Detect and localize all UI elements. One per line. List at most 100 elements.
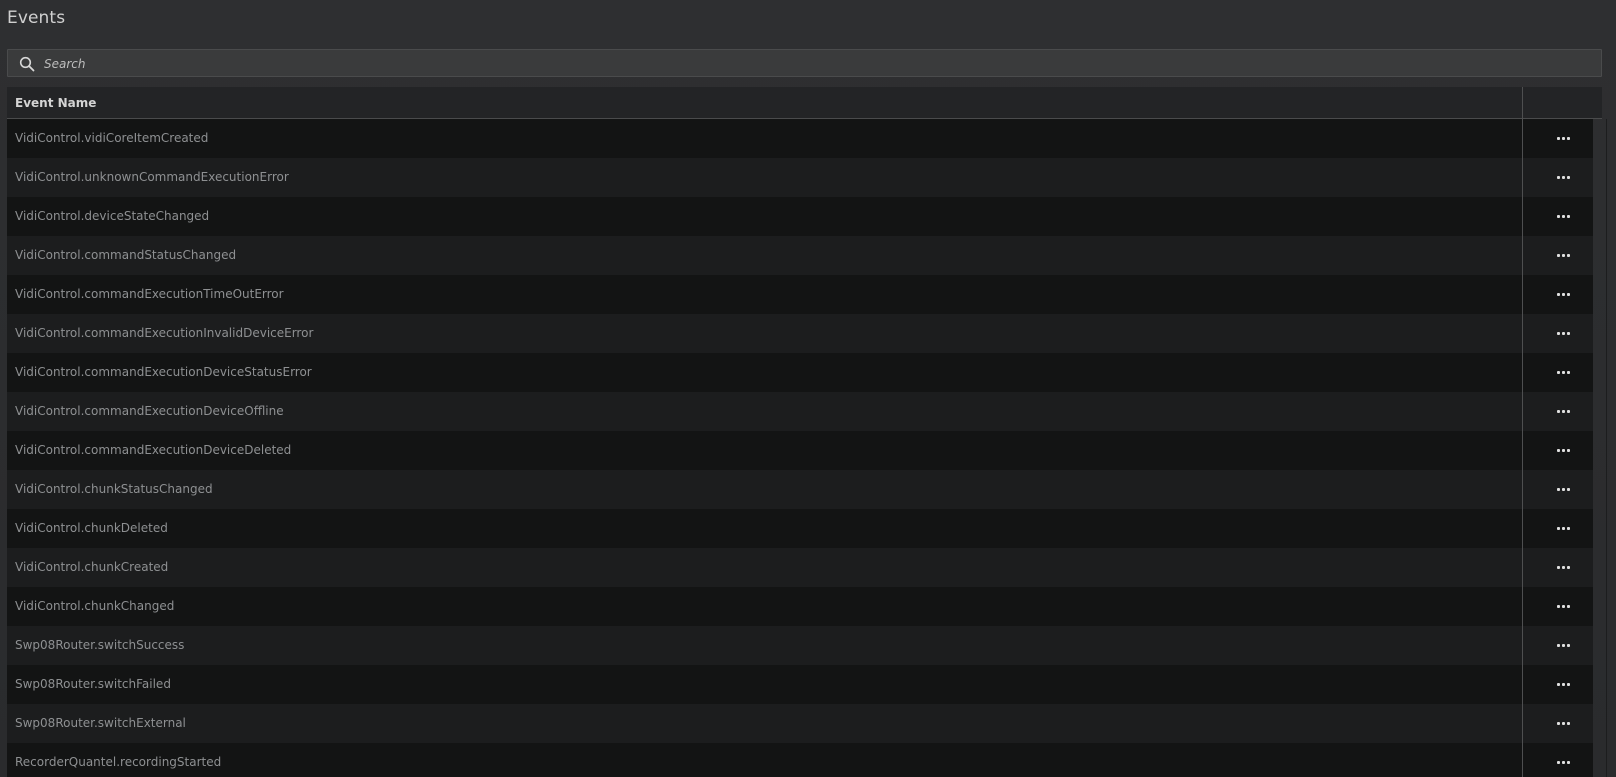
menu-dot [1557, 605, 1560, 608]
menu-dot [1557, 722, 1560, 725]
more-horizontal-icon[interactable] [1553, 403, 1575, 419]
table-header: Event Name [7, 87, 1602, 119]
menu-dot [1557, 644, 1560, 647]
event-name-cell: RecorderQuantel.recordingStarted [15, 755, 222, 769]
menu-dot [1562, 683, 1565, 686]
menu-dot [1562, 410, 1565, 413]
more-horizontal-icon[interactable] [1553, 286, 1575, 302]
more-horizontal-icon[interactable] [1553, 637, 1575, 653]
event-name-cell: VidiControl.deviceStateChanged [15, 209, 210, 223]
table-row[interactable]: VidiControl.commandExecutionDeviceDelete… [7, 431, 1593, 470]
menu-dot [1567, 176, 1570, 179]
menu-dot [1557, 371, 1560, 374]
menu-dot [1557, 449, 1560, 452]
more-horizontal-icon[interactable] [1553, 169, 1575, 185]
event-name-cell: VidiControl.commandExecutionDeviceDelete… [15, 443, 292, 457]
event-name-cell: VidiControl.chunkCreated [15, 560, 169, 574]
table-row[interactable]: VidiControl.commandExecutionTimeOutError [7, 275, 1593, 314]
menu-dot [1567, 566, 1570, 569]
table-row[interactable]: VidiControl.commandExecutionDeviceOfflin… [7, 392, 1593, 431]
table-row[interactable]: VidiControl.chunkChanged [7, 587, 1593, 626]
menu-dot [1567, 449, 1570, 452]
more-horizontal-icon[interactable] [1553, 520, 1575, 536]
event-name-cell: VidiControl.chunkChanged [15, 599, 175, 613]
table-row[interactable]: VidiControl.commandExecutionInvalidDevic… [7, 314, 1593, 353]
more-horizontal-icon[interactable] [1553, 559, 1575, 575]
more-horizontal-icon[interactable] [1553, 325, 1575, 341]
menu-dot [1567, 683, 1570, 686]
event-name-cell: Swp08Router.switchSuccess [15, 638, 185, 652]
events-page: Events Event Name VidiControl.vidiCoreIt… [0, 0, 1616, 777]
table-row[interactable]: VidiControl.deviceStateChanged [7, 197, 1593, 236]
menu-dot [1567, 644, 1570, 647]
table-row[interactable]: Swp08Router.switchSuccess [7, 626, 1593, 665]
more-horizontal-icon[interactable] [1553, 676, 1575, 692]
menu-dot [1562, 332, 1565, 335]
menu-dot [1562, 644, 1565, 647]
more-horizontal-icon[interactable] [1553, 715, 1575, 731]
menu-dot [1567, 488, 1570, 491]
menu-dot [1562, 605, 1565, 608]
vertical-scrollbar[interactable] [1606, 119, 1607, 777]
table-row[interactable]: VidiControl.vidiCoreItemCreated [7, 119, 1593, 158]
menu-dot [1567, 137, 1570, 140]
menu-dot [1567, 410, 1570, 413]
more-horizontal-icon[interactable] [1553, 247, 1575, 263]
column-divider[interactable] [1522, 87, 1523, 777]
menu-dot [1567, 722, 1570, 725]
table-row[interactable]: VidiControl.commandExecutionDeviceStatus… [7, 353, 1593, 392]
menu-dot [1562, 293, 1565, 296]
event-name-cell: VidiControl.commandExecutionDeviceStatus… [15, 365, 312, 379]
more-horizontal-icon[interactable] [1553, 754, 1575, 770]
menu-dot [1562, 566, 1565, 569]
menu-dot [1567, 254, 1570, 257]
menu-dot [1557, 254, 1560, 257]
search-box[interactable] [7, 49, 1602, 77]
menu-dot [1557, 332, 1560, 335]
search-input[interactable] [42, 52, 1586, 76]
menu-dot [1562, 137, 1565, 140]
table-row[interactable]: VidiControl.chunkCreated [7, 548, 1593, 587]
event-name-cell: Swp08Router.switchExternal [15, 716, 186, 730]
menu-dot [1562, 722, 1565, 725]
menu-dot [1557, 215, 1560, 218]
menu-dot [1567, 761, 1570, 764]
menu-dot [1567, 215, 1570, 218]
table-row[interactable]: VidiControl.unknownCommandExecutionError [7, 158, 1593, 197]
table-row[interactable]: VidiControl.chunkStatusChanged [7, 470, 1593, 509]
event-name-cell: VidiControl.commandExecutionInvalidDevic… [15, 326, 314, 340]
menu-dot [1567, 527, 1570, 530]
more-horizontal-icon[interactable] [1553, 364, 1575, 380]
menu-dot [1562, 215, 1565, 218]
event-name-cell: Swp08Router.switchFailed [15, 677, 171, 691]
events-table: Event Name VidiControl.vidiCoreItemCreat… [7, 87, 1607, 777]
table-row[interactable]: Swp08Router.switchExternal [7, 704, 1593, 743]
menu-dot [1557, 176, 1560, 179]
menu-dot [1557, 683, 1560, 686]
menu-dot [1567, 332, 1570, 335]
more-horizontal-icon[interactable] [1553, 130, 1575, 146]
menu-dot [1557, 527, 1560, 530]
event-name-cell: VidiControl.chunkDeleted [15, 521, 168, 535]
menu-dot [1562, 527, 1565, 530]
event-name-cell: VidiControl.commandStatusChanged [15, 248, 237, 262]
table-row[interactable]: VidiControl.commandStatusChanged [7, 236, 1593, 275]
menu-dot [1557, 761, 1560, 764]
menu-dot [1562, 488, 1565, 491]
more-horizontal-icon[interactable] [1553, 442, 1575, 458]
more-horizontal-icon[interactable] [1553, 598, 1575, 614]
menu-dot [1562, 449, 1565, 452]
menu-dot [1562, 176, 1565, 179]
menu-dot [1562, 761, 1565, 764]
menu-dot [1567, 293, 1570, 296]
table-row[interactable]: VidiControl.chunkDeleted [7, 509, 1593, 548]
menu-dot [1567, 605, 1570, 608]
more-horizontal-icon[interactable] [1553, 208, 1575, 224]
column-header-event-name[interactable]: Event Name [15, 96, 96, 110]
table-row[interactable]: Swp08Router.switchFailed [7, 665, 1593, 704]
menu-dot [1557, 293, 1560, 296]
menu-dot [1557, 137, 1560, 140]
table-body: VidiControl.vidiCoreItemCreated VidiContr… [7, 119, 1593, 777]
more-horizontal-icon[interactable] [1553, 481, 1575, 497]
table-row[interactable]: RecorderQuantel.recordingStarted [7, 743, 1593, 777]
